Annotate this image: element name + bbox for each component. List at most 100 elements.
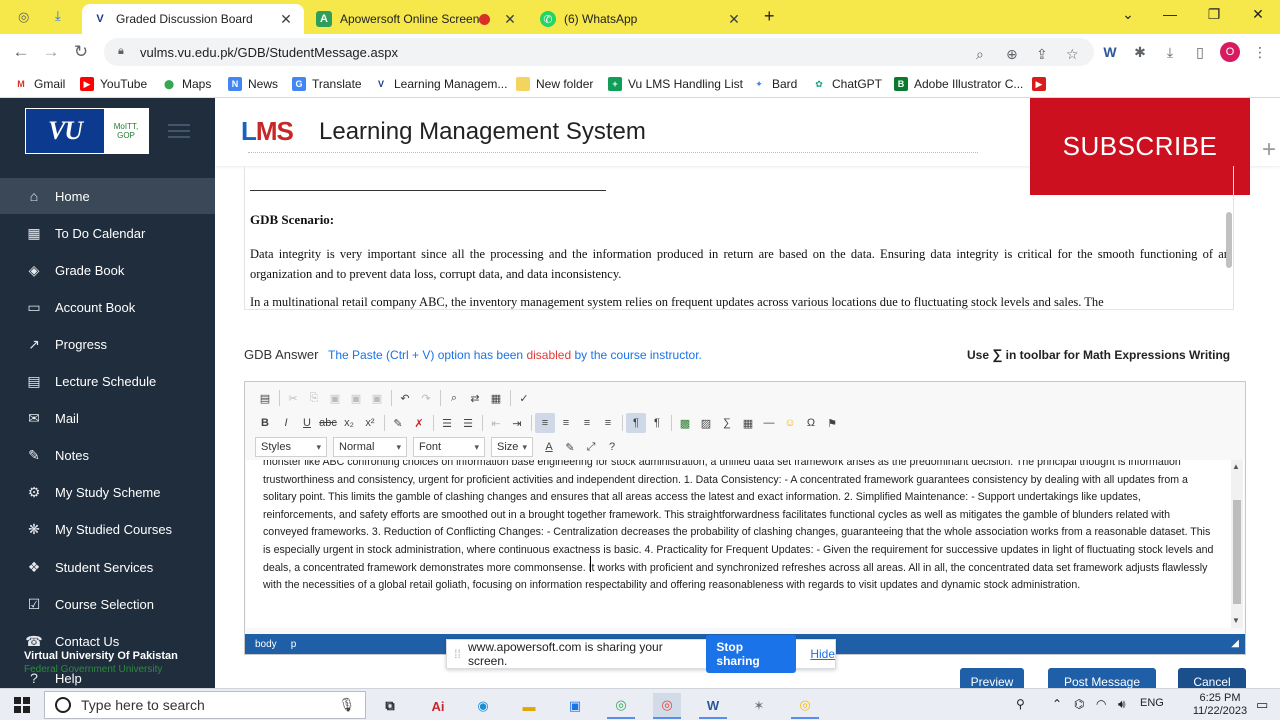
copy-icon[interactable]: ⎘ — [304, 388, 324, 408]
close-tab-icon[interactable]: ✕ — [502, 11, 518, 28]
address-bar[interactable]: 🔒︎ vulms.vu.edu.pk/GDB/StudentMessage.as… — [104, 38, 1094, 66]
sidebar-item-course-selection[interactable]: ☑ Course Selection — [0, 586, 215, 622]
cancel-button[interactable]: Cancel — [1178, 668, 1246, 688]
paste-icon[interactable]: ▣ — [325, 388, 345, 408]
wifi-icon[interactable]: ◠ — [1096, 697, 1106, 711]
sigma-icon[interactable]: ∑ — [717, 413, 737, 433]
sidebar-item-notes[interactable]: ✎ Notes — [0, 438, 215, 474]
font-dropdown[interactable]: Font — [413, 437, 485, 457]
tab-list-chevron-icon[interactable]: ⌄ — [1106, 6, 1150, 23]
volume-icon[interactable]: 🔊︎ — [1118, 697, 1126, 712]
sidebar-item-mail[interactable]: ✉ Mail — [0, 401, 215, 437]
sidebar-item-to-do-calendar[interactable]: ▦ To Do Calendar — [0, 215, 215, 251]
undo-icon[interactable]: ↶ — [395, 388, 415, 408]
chrome-icon[interactable]: ◎ — [653, 693, 681, 719]
sidebar-item-account-book[interactable]: ▭ Account Book — [0, 289, 215, 325]
find-icon[interactable]: ⌕ — [444, 388, 464, 408]
post-message-button[interactable]: Post Message — [1048, 668, 1156, 688]
bookmark-gmail[interactable]: M Gmail — [14, 75, 65, 93]
image-icon[interactable]: ▩ — [675, 413, 695, 433]
page-break-icon[interactable]: ⚑ — [822, 413, 842, 433]
notification-icon[interactable]: ▭ — [1256, 697, 1268, 713]
bookmark-learning-management[interactable]: V Learning Managem... — [374, 75, 507, 93]
downloads-icon[interactable]: ⤓ — [1160, 42, 1180, 62]
superscript-icon[interactable]: x² — [360, 413, 380, 433]
special-char-icon[interactable]: Ω — [801, 413, 821, 433]
editor-scrollbar[interactable]: ▲ ▼ — [1231, 460, 1243, 628]
people-icon[interactable]: ⚲ — [1016, 697, 1025, 711]
path-body[interactable]: body — [255, 639, 277, 650]
resize-grip-icon[interactable]: ◢ — [1231, 638, 1239, 649]
bookmark-news[interactable]: N News — [228, 75, 278, 93]
share-icon[interactable]: ⇪ — [1036, 46, 1048, 63]
scroll-down-icon[interactable]: ▼ — [1232, 616, 1240, 625]
store-icon[interactable]: ▣ — [561, 693, 589, 719]
tab-whatsapp[interactable]: ✆ (6) WhatsApp ✕ — [530, 4, 752, 34]
side-panel-icon[interactable]: ▯ — [1190, 42, 1210, 62]
text-color-icon[interactable]: A — [539, 437, 559, 457]
maximize-button[interactable]: ❐ — [1192, 6, 1236, 23]
illustrator-icon[interactable]: Ai — [424, 693, 452, 719]
outdent-icon[interactable]: ⇤ — [486, 413, 506, 433]
language-indicator[interactable]: ENG — [1140, 697, 1164, 709]
scrollbar-thumb[interactable] — [1233, 500, 1241, 604]
rtl-icon[interactable]: ¶ — [647, 413, 667, 433]
align-center-icon[interactable]: ≡ — [556, 413, 576, 433]
format-painter-icon[interactable]: ✎ — [388, 413, 408, 433]
network-icon[interactable]: ⌬ — [1074, 697, 1084, 711]
spellcheck-icon[interactable]: ✓ — [514, 388, 534, 408]
bookmark-chatgpt[interactable]: ✿ ChatGPT — [812, 75, 882, 93]
back-arrow-icon[interactable]: ← — [10, 42, 32, 64]
source-icon[interactable]: ▤ — [255, 388, 275, 408]
hamburger-menu-icon[interactable] — [168, 124, 190, 138]
download-icon[interactable]: ⤓ — [55, 8, 61, 24]
indent-icon[interactable]: ⇥ — [507, 413, 527, 433]
smiley-icon[interactable]: ☺ — [780, 413, 800, 433]
styles-dropdown[interactable]: Styles — [255, 437, 327, 457]
search-icon[interactable]: ⌕ — [976, 46, 984, 63]
answer-text[interactable]: monster like ABC confronting choices on … — [263, 460, 1215, 595]
underline-icon[interactable]: U — [297, 413, 317, 433]
extensions-puzzle-icon[interactable]: ✱ — [1130, 42, 1150, 62]
taskbar-search[interactable]: Type here to search 🎙︎ — [44, 691, 366, 719]
microphone-icon[interactable]: 🎙︎ — [338, 697, 355, 713]
file-explorer-icon[interactable]: ▬ — [515, 693, 543, 719]
new-tab-button[interactable]: + — [764, 6, 775, 27]
remove-format-icon[interactable]: ✗ — [409, 413, 429, 433]
paste-word-icon[interactable]: ▣ — [367, 388, 387, 408]
bookmark-translate[interactable]: G Translate — [292, 75, 362, 93]
bookmark-bard[interactable]: ✦ Bard — [752, 75, 797, 93]
bookmark-youtube[interactable]: ▶ YouTube — [80, 75, 147, 93]
minimize-button[interactable]: — — [1148, 6, 1192, 22]
replace-icon[interactable]: ⇄ — [465, 388, 485, 408]
sidebar-item-lecture-schedule[interactable]: ▤ Lecture Schedule — [0, 364, 215, 400]
chrome-icon[interactable]: ◎ — [791, 693, 819, 719]
zoom-icon[interactable]: ⊕ — [1006, 46, 1018, 63]
background-color-icon[interactable]: ✎ — [560, 437, 580, 457]
clock[interactable]: 6:25 PM 11/22/2023 — [1192, 692, 1248, 718]
edge-icon[interactable]: ◉ — [469, 693, 497, 719]
menu-kebab-icon[interactable]: ⋮ — [1250, 42, 1270, 62]
sidebar-item-grade-book[interactable]: ◈ Grade Book — [0, 252, 215, 288]
cut-icon[interactable]: ✂ — [283, 388, 303, 408]
preview-button[interactable]: Preview — [960, 668, 1024, 688]
hide-link[interactable]: Hide — [810, 647, 835, 661]
stop-sharing-button[interactable]: Stop sharing — [706, 635, 797, 673]
app-icon[interactable]: ✶ — [745, 693, 773, 719]
size-dropdown[interactable]: Size — [491, 437, 533, 457]
bulleted-list-icon[interactable]: ☰ — [458, 413, 478, 433]
lms-logo[interactable]: LMS — [241, 116, 294, 147]
table-icon[interactable]: ▦ — [738, 413, 758, 433]
tab-apowersoft[interactable]: A Apowersoft Online Screen R ✕ — [306, 4, 528, 34]
word-extension-icon[interactable]: W — [1100, 42, 1120, 62]
bookmark-vu-lms-handling-list[interactable]: + Vu LMS Handling List — [608, 75, 743, 93]
scroll-up-icon[interactable]: ▲ — [1232, 462, 1240, 471]
format-dropdown[interactable]: Normal — [333, 437, 407, 457]
bookmark-extra[interactable]: ▶ — [1032, 75, 1052, 93]
scrollbar[interactable] — [1226, 212, 1232, 268]
numbered-list-icon[interactable]: ☰ — [437, 413, 457, 433]
bookmark-new-folder[interactable]: New folder — [516, 75, 593, 93]
sidebar-item-my-study-scheme[interactable]: ⚙ My Study Scheme — [0, 475, 215, 511]
horizontal-rule-icon[interactable]: ― — [759, 413, 779, 433]
align-left-icon[interactable]: ≡ — [535, 413, 555, 433]
